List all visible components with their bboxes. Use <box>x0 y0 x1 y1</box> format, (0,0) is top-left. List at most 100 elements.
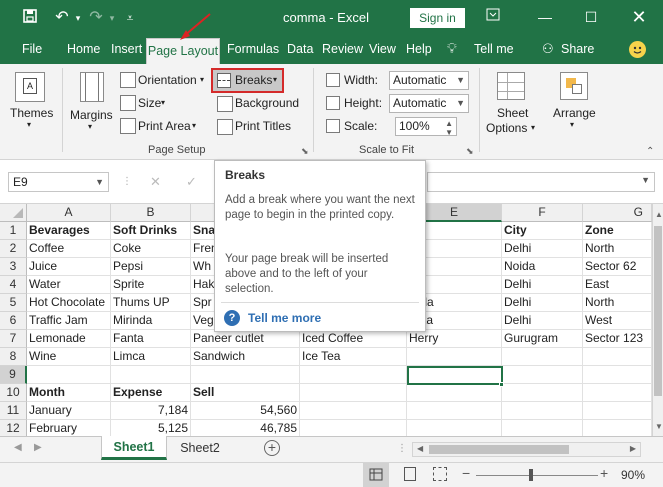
grid-cell[interactable] <box>27 366 111 384</box>
scroll-up-icon[interactable]: ▲ <box>655 210 663 219</box>
zoom-level[interactable]: 90% <box>621 468 645 482</box>
zoom-in-icon[interactable]: + <box>600 465 608 481</box>
undo-dropdown-icon[interactable]: ▾ <box>68 8 88 28</box>
grid-cell[interactable]: Sprite <box>111 276 191 294</box>
help-icon[interactable]: ? <box>224 310 240 326</box>
sheet-options-label-1[interactable]: Sheet <box>497 106 528 120</box>
grid-cell[interactable]: Bevarages <box>27 222 111 240</box>
themes-button[interactable]: Themes <box>10 106 53 120</box>
sheet-options-label-2[interactable]: Options <box>486 121 527 135</box>
row-header[interactable]: 1 <box>0 222 27 240</box>
selected-cell-e9[interactable] <box>407 366 503 385</box>
row-header[interactable]: 12 <box>0 420 27 436</box>
grid-cell[interactable]: Water <box>27 276 111 294</box>
grid-cell[interactable]: Iced Coffee <box>300 330 407 348</box>
vertical-scrollbar[interactable]: ▲ ▼ <box>652 204 663 436</box>
grid-cell[interactable] <box>583 366 652 384</box>
row-header[interactable]: 10 <box>0 384 27 402</box>
expand-formula-bar-icon[interactable]: ▼ <box>641 175 650 185</box>
row-header[interactable]: 6 <box>0 312 27 330</box>
background-button[interactable]: Background <box>235 96 299 110</box>
scale-spinner[interactable]: 100% ▲ ▼ <box>395 117 457 137</box>
grid-cell[interactable] <box>502 420 583 436</box>
grid-cell[interactable]: Month <box>27 384 111 402</box>
grid-cell[interactable]: Coffee <box>27 240 111 258</box>
tab-home[interactable]: Home <box>67 42 100 56</box>
grid-cell[interactable] <box>502 402 583 420</box>
grid-cell[interactable]: Noida <box>502 258 583 276</box>
print-titles-button[interactable]: Print Titles <box>235 119 291 133</box>
orientation-button[interactable]: Orientation <box>138 73 197 87</box>
vertical-scroll-thumb[interactable] <box>654 226 662 396</box>
arrange-button[interactable]: Arrange <box>553 106 596 120</box>
redo-dropdown-icon[interactable]: ▾ <box>102 8 122 28</box>
grid-cell[interactable]: 46,785 <box>191 420 300 436</box>
tab-formulas[interactable]: Formulas <box>227 42 279 56</box>
grid-cell[interactable]: Paneer cutlet <box>191 330 300 348</box>
grid-cell[interactable]: 54,560 <box>191 402 300 420</box>
row-header[interactable]: 3 <box>0 258 27 276</box>
grid-cell[interactable]: Expense <box>111 384 191 402</box>
grid-cell[interactable]: Mirinda <box>111 312 191 330</box>
grid-cell[interactable]: Wine <box>27 348 111 366</box>
grid-cell[interactable] <box>300 366 407 384</box>
size-button[interactable]: Size <box>138 96 161 110</box>
grid-cell[interactable] <box>407 384 502 402</box>
grid-cell[interactable] <box>407 420 502 436</box>
grid-cell[interactable] <box>407 348 502 366</box>
row-header[interactable]: 8 <box>0 348 27 366</box>
grid-cell[interactable]: 5,125 <box>111 420 191 436</box>
grid-cell[interactable]: Traffic Jam <box>27 312 111 330</box>
arrange-icon[interactable] <box>560 72 588 100</box>
grid-cell[interactable]: Fanta <box>111 330 191 348</box>
grid-cell[interactable] <box>111 366 191 384</box>
grid-cell[interactable] <box>502 366 583 384</box>
grid-cell[interactable] <box>583 420 652 436</box>
minimize-icon[interactable]: — <box>534 6 556 28</box>
grid-cell[interactable]: Delhi <box>502 312 583 330</box>
zoom-slider[interactable] <box>476 475 598 476</box>
grid-cell[interactable]: Sector 123 <box>583 330 652 348</box>
row-header[interactable]: 11 <box>0 402 27 420</box>
grid-cell[interactable]: Juice <box>27 258 111 276</box>
row-header[interactable]: 9 <box>0 366 27 384</box>
normal-view-icon[interactable] <box>363 463 389 487</box>
horizontal-scroll-thumb[interactable] <box>429 445 569 454</box>
margins-icon[interactable] <box>80 72 104 102</box>
grid-cell[interactable]: Thums UP <box>111 294 191 312</box>
print-area-button[interactable]: Print Area <box>138 119 191 133</box>
grid-cell[interactable]: Delhi <box>502 240 583 258</box>
prev-sheet-icon[interactable]: ◀ <box>14 442 22 453</box>
tab-view[interactable]: View <box>369 42 396 56</box>
page-break-preview-icon[interactable] <box>433 467 447 481</box>
scroll-down-icon[interactable]: ▼ <box>655 422 663 431</box>
grid-cell[interactable]: Lemonade <box>27 330 111 348</box>
zoom-slider-thumb[interactable] <box>529 469 533 481</box>
grid-cell[interactable]: Delhi <box>502 276 583 294</box>
zoom-out-icon[interactable]: − <box>462 465 470 481</box>
grid-cell[interactable]: Herry <box>407 330 502 348</box>
grid-cell[interactable] <box>300 420 407 436</box>
tab-insert[interactable]: Insert <box>111 42 142 56</box>
grid-cell[interactable]: Sell <box>191 384 300 402</box>
breaks-button[interactable]: Breaks ▾ <box>211 68 284 93</box>
row-header[interactable]: 7 <box>0 330 27 348</box>
fill-handle[interactable] <box>499 382 504 387</box>
grid-cell[interactable]: Limca <box>111 348 191 366</box>
tell-me-more-link[interactable]: Tell me more <box>248 311 321 325</box>
sheet-tab-sheet1[interactable]: Sheet1 <box>101 436 167 460</box>
tab-file[interactable]: File <box>22 42 42 56</box>
scale-to-fit-launcher-icon[interactable]: ⬊ <box>466 146 474 157</box>
save-icon[interactable] <box>20 8 40 28</box>
grid-cell[interactable] <box>502 348 583 366</box>
grid-cell[interactable] <box>502 384 583 402</box>
themes-icon[interactable]: A <box>15 72 45 102</box>
grid-cell[interactable]: West <box>583 312 652 330</box>
tab-help[interactable]: Help <box>406 42 432 56</box>
width-dropdown[interactable]: Automatic ▼ <box>389 71 469 90</box>
column-header-f[interactable]: F <box>502 204 583 222</box>
row-header[interactable]: 2 <box>0 240 27 258</box>
select-all-corner[interactable] <box>0 204 27 222</box>
spin-down-icon[interactable]: ▼ <box>445 124 453 141</box>
grid-cell[interactable]: Pepsi <box>111 258 191 276</box>
